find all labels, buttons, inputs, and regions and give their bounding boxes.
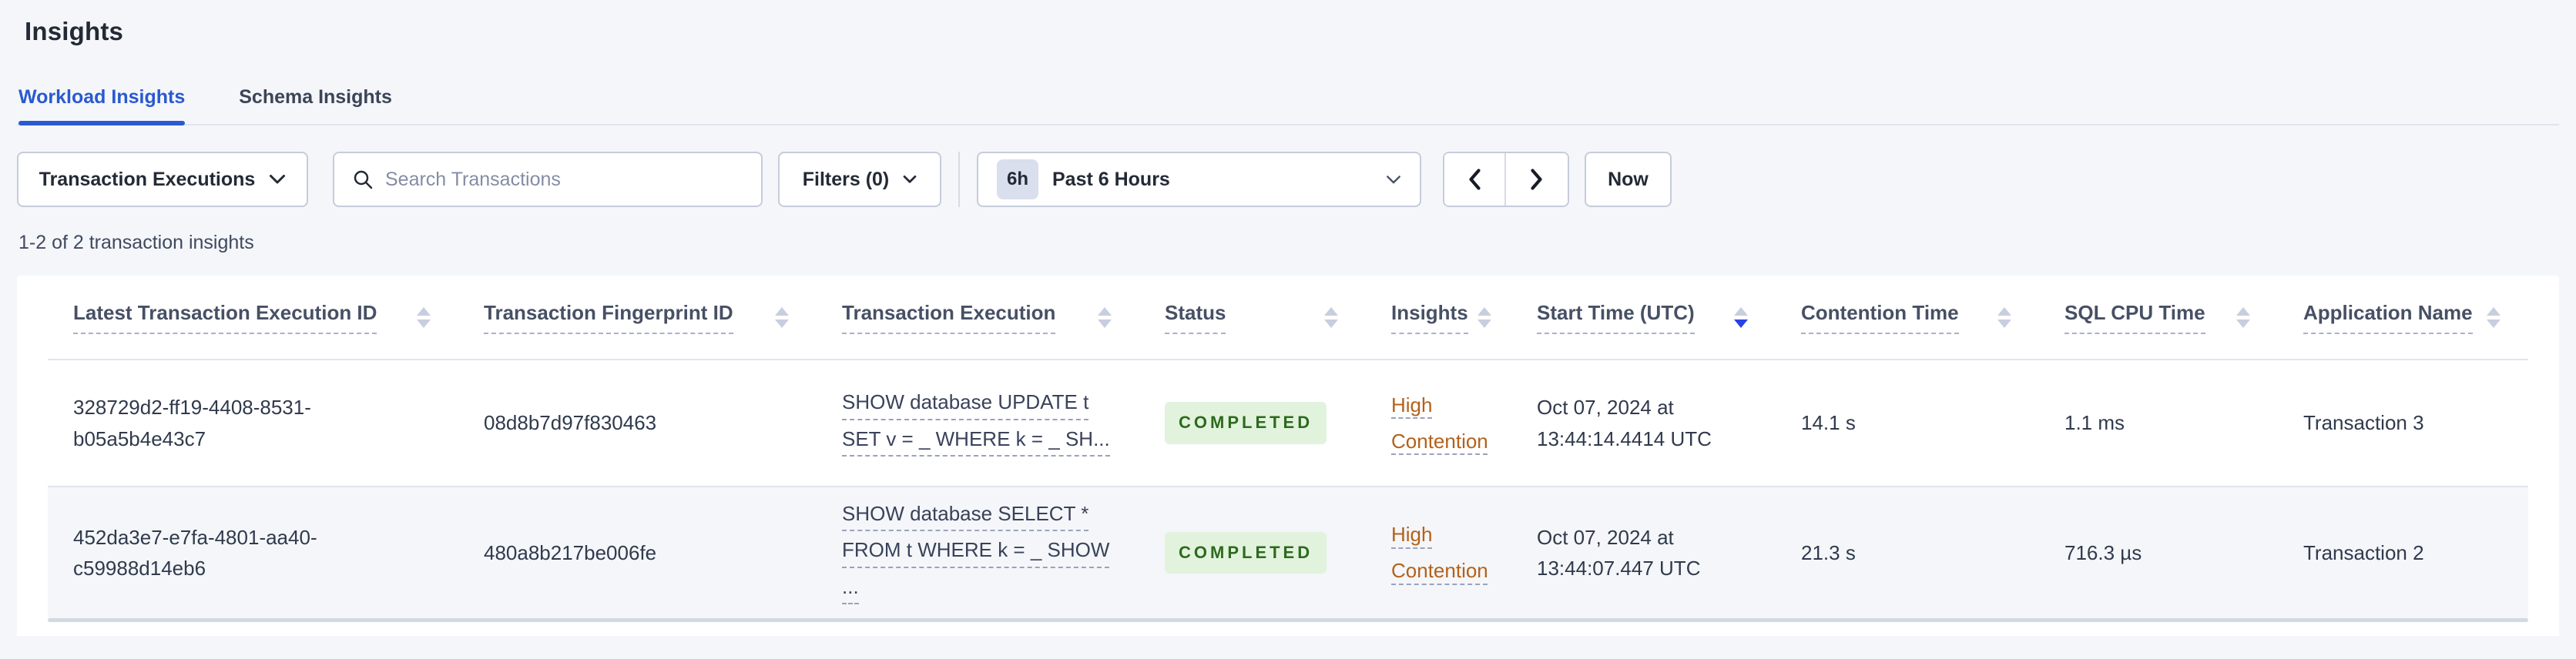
table-header-row: Latest Transaction Execution ID Transact… [48,276,2528,360]
sql-cpu-time-value: 716.3 µs [2064,540,2142,564]
time-range-badge: 6h [997,159,1038,199]
search-icon [354,170,373,189]
column-header-sql-cpu-time[interactable]: SQL CPU Time [2064,300,2205,334]
column-header-contention-time[interactable]: Contention Time [1801,300,1959,334]
contention-time-value: 14.1 s [1801,411,1856,435]
search-box[interactable] [333,152,763,207]
column-header-application-name[interactable]: Application Name [2303,300,2473,334]
status-badge: COMPLETED [1165,402,1327,444]
chevron-down-icon [903,175,917,183]
insights-table-card: Latest Transaction Execution ID Transact… [17,276,2559,636]
transaction-execution-link[interactable]: SHOW database SELECT * FROM t WHERE k = … [817,487,1139,618]
contention-time-value: 21.3 s [1801,540,1856,564]
sort-icon[interactable] [417,306,431,328]
application-name-value: Transaction 3 [2303,411,2424,435]
chevron-down-icon [1387,175,1400,183]
insight-link-high-contention[interactable]: High Contention [1391,517,1488,589]
sort-icon[interactable] [1098,306,1112,328]
tab-bar: Workload Insights Schema Insights [17,86,2559,125]
now-button[interactable]: Now [1585,152,1672,207]
column-header-transaction-fingerprint-id[interactable]: Transaction Fingerprint ID [484,300,733,334]
start-time-value: Oct 07, 2024 at 13:44:14.4414 UTC [1537,396,1712,450]
chevron-left-icon [1469,169,1481,190]
sort-icon[interactable] [2487,306,2501,328]
sql-cpu-time-value: 1.1 ms [2064,411,2125,435]
sort-icon[interactable] [2236,306,2250,328]
transaction-insights-table: Latest Transaction Execution ID Transact… [48,276,2528,618]
sort-icon[interactable] [1997,306,2011,328]
execution-type-label: Transaction Executions [39,168,256,190]
insights-page: Insights Workload Insights Schema Insigh… [0,0,2576,636]
toolbar: Transaction Executions Filters (0) 6h Pa… [17,152,2559,207]
sort-icon[interactable] [1734,306,1748,328]
fingerprint-id-value: 08d8b7d97f830463 [484,411,657,435]
transaction-execution-link[interactable]: SHOW database UPDATE t SET v = _ WHERE k… [817,360,1139,487]
time-range-arrows [1443,152,1569,207]
tab-schema-insights[interactable]: Schema Insights [239,86,392,124]
table-row: 328729d2-ff19-4408-8531-b05a5b4e43c7 08d… [48,360,2528,487]
chevron-right-icon [1531,169,1542,190]
results-summary: 1-2 of 2 transaction insights [18,232,254,253]
page-title: Insights [25,17,124,45]
application-name-value: Transaction 2 [2303,540,2424,564]
execution-id-value: 328729d2-ff19-4408-8531-b05a5b4e43c7 [73,396,311,450]
time-range-picker[interactable]: 6h Past 6 Hours [977,152,1421,207]
toolbar-divider [958,152,960,207]
tab-workload-insights[interactable]: Workload Insights [18,86,186,125]
filters-label: Filters (0) [802,168,890,190]
horizontal-scrollbar[interactable] [48,618,2528,622]
previous-time-range-button[interactable] [1444,153,1506,206]
now-label: Now [1608,168,1649,190]
chevron-down-icon [270,175,286,184]
column-header-status[interactable]: Status [1165,300,1226,334]
column-header-insights[interactable]: Insights [1391,300,1468,334]
sort-icon[interactable] [1324,306,1338,328]
status-badge: COMPLETED [1165,531,1327,574]
column-header-start-time[interactable]: Start Time (UTC) [1537,300,1695,334]
column-header-latest-transaction-execution-id[interactable]: Latest Transaction Execution ID [73,300,377,334]
table-row: 452da3e7-e7fa-4801-aa40-c59988d14eb6 480… [48,487,2528,618]
execution-id-value: 452da3e7-e7fa-4801-aa40-c59988d14eb6 [73,525,317,580]
fingerprint-id-value: 480a8b217be006fe [484,540,657,564]
sort-icon[interactable] [1477,306,1491,328]
insight-link-high-contention[interactable]: High Contention [1391,387,1488,460]
column-header-transaction-execution[interactable]: Transaction Execution [842,300,1056,334]
filters-button[interactable]: Filters (0) [778,152,941,207]
search-input[interactable] [385,168,743,191]
start-time-value: Oct 07, 2024 at 13:44:07.447 UTC [1537,525,1701,580]
execution-type-dropdown[interactable]: Transaction Executions [17,152,308,207]
time-range-label: Past 6 Hours [1052,168,1170,190]
next-time-range-button[interactable] [1506,153,1568,206]
sort-icon[interactable] [775,306,789,328]
